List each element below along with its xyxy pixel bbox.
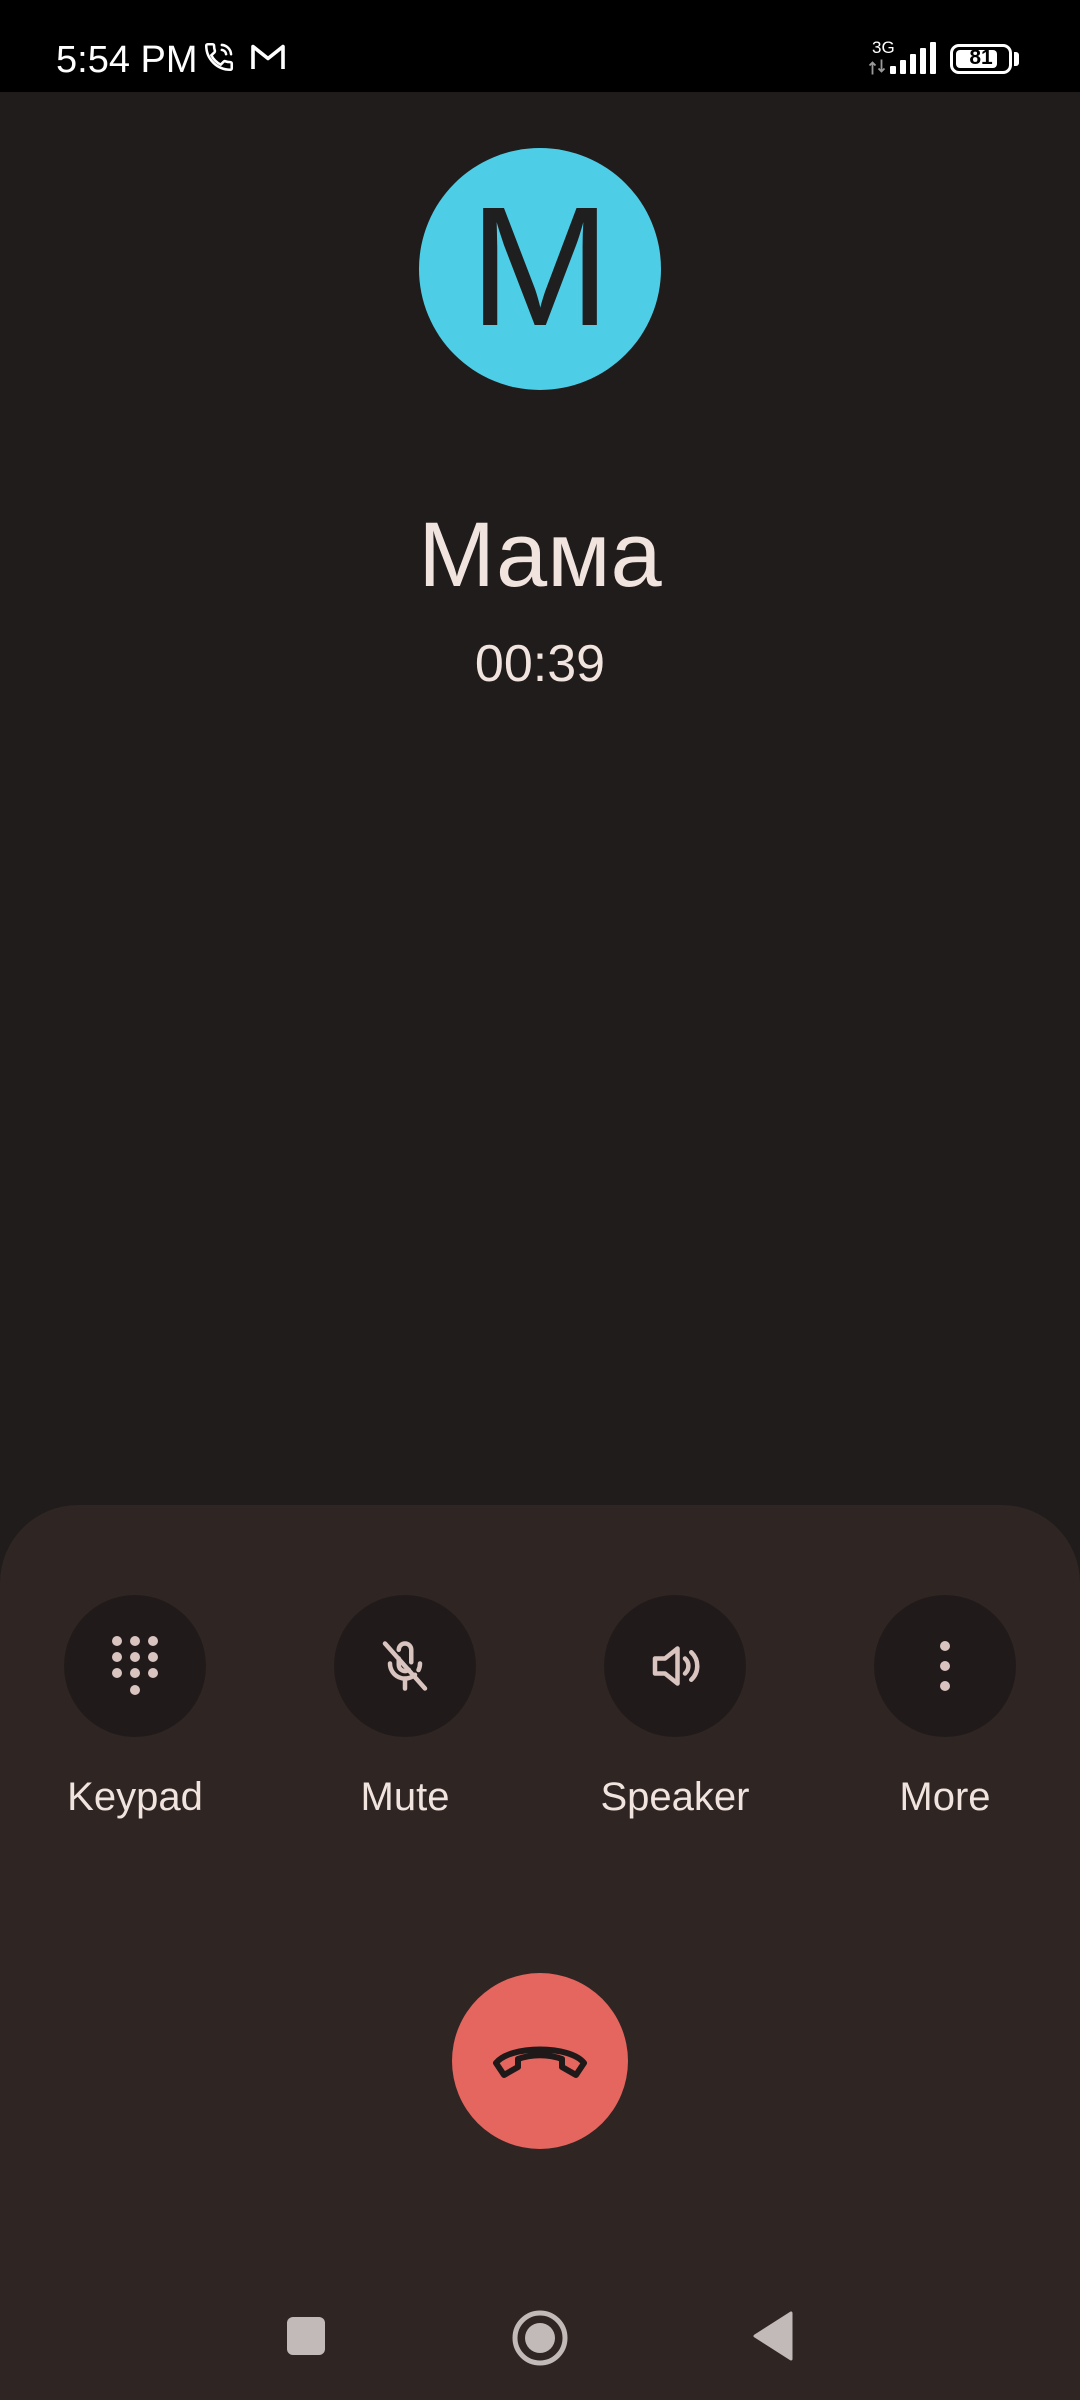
recents-button[interactable] (282, 2312, 330, 2360)
home-icon (512, 2310, 568, 2366)
more-button[interactable] (874, 1595, 1016, 1737)
call-duration: 00:39 (474, 635, 606, 693)
status-bar: 5:54 PM 3G 81 (0, 0, 1080, 92)
recents-icon (287, 2317, 325, 2355)
avatar-letter: M (469, 172, 611, 362)
keypad-control: Keypad (15, 1595, 255, 1821)
mute-label: Mute (360, 1775, 450, 1819)
keypad-button[interactable] (64, 1595, 206, 1737)
back-button[interactable] (748, 2308, 796, 2364)
end-call-button[interactable] (452, 1973, 628, 2149)
keypad-label: Keypad (67, 1775, 203, 1819)
signal-icon (890, 42, 936, 74)
battery-tip (1014, 52, 1019, 66)
battery-level: 81 (969, 46, 993, 69)
battery-icon: 81 (950, 44, 1012, 74)
speaker-icon (652, 1646, 700, 1686)
data-activity-icon (868, 59, 886, 75)
gmail-icon (251, 44, 285, 69)
speaker-control: Speaker (555, 1595, 795, 1821)
more-vert-icon (940, 1641, 950, 1691)
status-time: 5:54 PM (56, 39, 198, 81)
wifi-calling-icon (204, 42, 234, 72)
caller-name: Мама (418, 504, 662, 606)
home-button[interactable] (508, 2306, 572, 2370)
speaker-button[interactable] (604, 1595, 746, 1737)
back-icon (753, 2311, 793, 2361)
mic-off-icon (382, 1641, 428, 1691)
dialpad-icon (112, 1636, 158, 1695)
in-call-screen: 5:54 PM 3G 81 M Мама 00:39 Keypad Mute S… (0, 0, 1080, 2400)
caller-avatar: M (419, 148, 661, 390)
mute-button[interactable] (334, 1595, 476, 1737)
more-label: More (899, 1775, 991, 1819)
mute-control: Mute (285, 1595, 525, 1821)
call-end-icon (493, 2046, 587, 2078)
more-control: More (825, 1595, 1065, 1821)
speaker-label: Speaker (600, 1775, 750, 1819)
